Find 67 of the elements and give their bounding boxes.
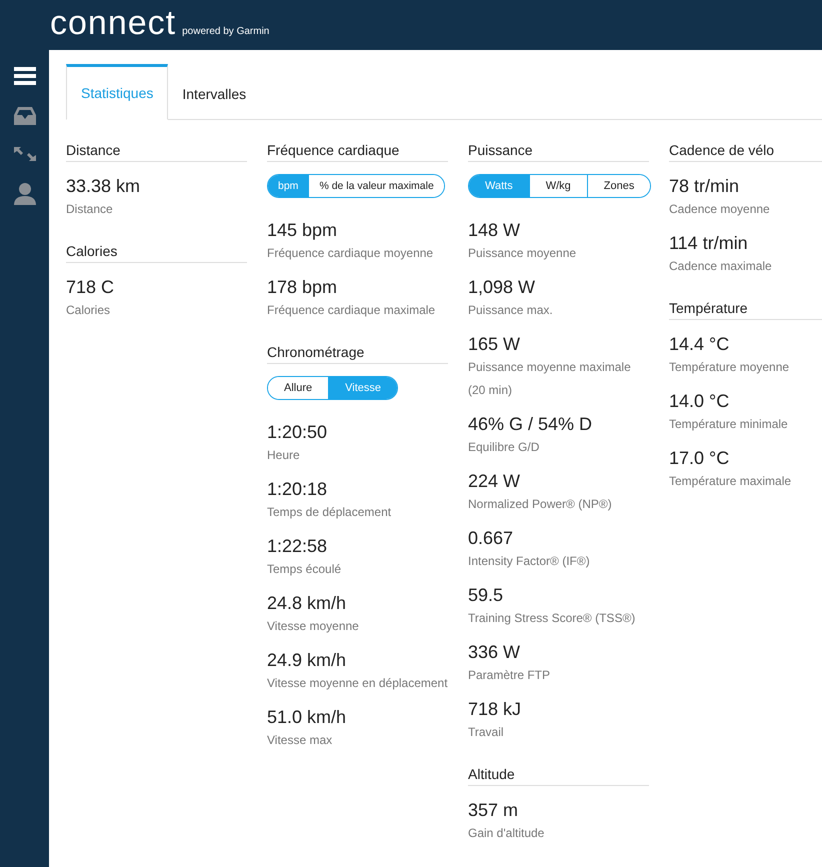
stat-label: Température moyenne [669, 359, 790, 376]
toggle-option[interactable]: % de la valeur maximale [308, 175, 444, 197]
stat-label: Temps de déplacement [267, 504, 392, 521]
stat-value: 357 m [468, 799, 520, 822]
stat-value: 148 W [468, 219, 522, 242]
section-title: Distance [66, 142, 247, 162]
arrows-icon[interactable] [14, 147, 36, 161]
section-title: Chronométrage [267, 344, 448, 364]
stat-value: 46% G / 54% D [468, 413, 594, 436]
stat-label: Gain d'altitude [468, 825, 546, 842]
stat-label: Vitesse max [267, 732, 334, 749]
toggle-option[interactable]: Zones [586, 175, 650, 197]
stat-value: 1:22:58 [267, 535, 328, 558]
stat-label: Température maximale [669, 473, 792, 490]
stat-label: Fréquence cardiaque moyenne [267, 245, 434, 262]
stat-value: 59.5 [468, 584, 504, 607]
stat-label: Vitesse moyenne [267, 618, 360, 635]
section-title: Cadence de vélo [669, 142, 822, 162]
stat-label: Distance [66, 201, 114, 218]
stat-value: 17.0 °C [669, 447, 730, 470]
stat-value: 0.667 [468, 527, 514, 550]
stat-value: 14.0 °C [669, 390, 730, 413]
stat-label: Température minimale [669, 416, 789, 433]
stat-label: Calories [66, 302, 112, 319]
menu-icon[interactable] [14, 67, 36, 85]
stat-value: 1,098 W [468, 276, 536, 299]
person-icon[interactable] [14, 183, 36, 205]
stat-label: Vitesse moyenne en déplacement [267, 675, 448, 692]
stat-value: 718 C [66, 276, 116, 299]
stat-label: Paramètre FTP [468, 667, 552, 684]
stat-value: 33.38 km [66, 175, 142, 198]
section-title: Puissance [468, 142, 649, 162]
stat-value: 51.0 km/h [267, 706, 348, 729]
stat-label: Puissance moyenne maximale (20 min) [468, 359, 632, 399]
stat-value: 14.4 °C [669, 333, 730, 356]
stat-value: 78 tr/min [669, 175, 740, 198]
stat-value: 24.9 km/h [267, 649, 348, 672]
stat-value: 1:20:50 [267, 421, 328, 444]
stat-label: Puissance max. [468, 302, 554, 319]
stat-value: 718 kJ [468, 698, 522, 721]
stat-label: Normalized Power® (NP®) [468, 496, 613, 513]
stat-value: 178 bpm [267, 276, 338, 299]
stat-label: Puissance moyenne [468, 245, 578, 262]
stat-value: 165 W [468, 333, 522, 356]
stat-value: 1:20:18 [267, 478, 328, 501]
logo-tagline: powered by Garmin [182, 26, 270, 38]
stat-label: Temps écoulé [267, 561, 342, 578]
section-title: Température [669, 300, 822, 320]
stat-label: Equilibre G/D [468, 439, 540, 456]
stat-value: 336 W [468, 641, 522, 664]
stat-value: 224 W [468, 470, 522, 493]
stat-label: Cadence maximale [669, 258, 773, 275]
stat-label: Cadence moyenne [669, 201, 771, 218]
stat-label: Travail [468, 724, 505, 741]
stat-label: Heure [267, 447, 301, 464]
stat-label: Training Stress Score® (TSS®) [468, 610, 636, 627]
tab[interactable]: Intervalles [168, 64, 260, 120]
section-title: Altitude [468, 766, 649, 786]
logo: connect [50, 8, 176, 38]
stat-value: 24.8 km/h [267, 592, 348, 615]
inbox-icon[interactable] [14, 107, 36, 125]
stat-label: Fréquence cardiaque maximale [267, 302, 436, 319]
section-title: Calories [66, 243, 247, 263]
stat-value: 114 tr/min [669, 232, 749, 255]
section-title: Fréquence cardiaque [267, 142, 448, 162]
stat-value: 145 bpm [267, 219, 338, 242]
stat-label: Intensity Factor® (IF®) [468, 553, 591, 570]
